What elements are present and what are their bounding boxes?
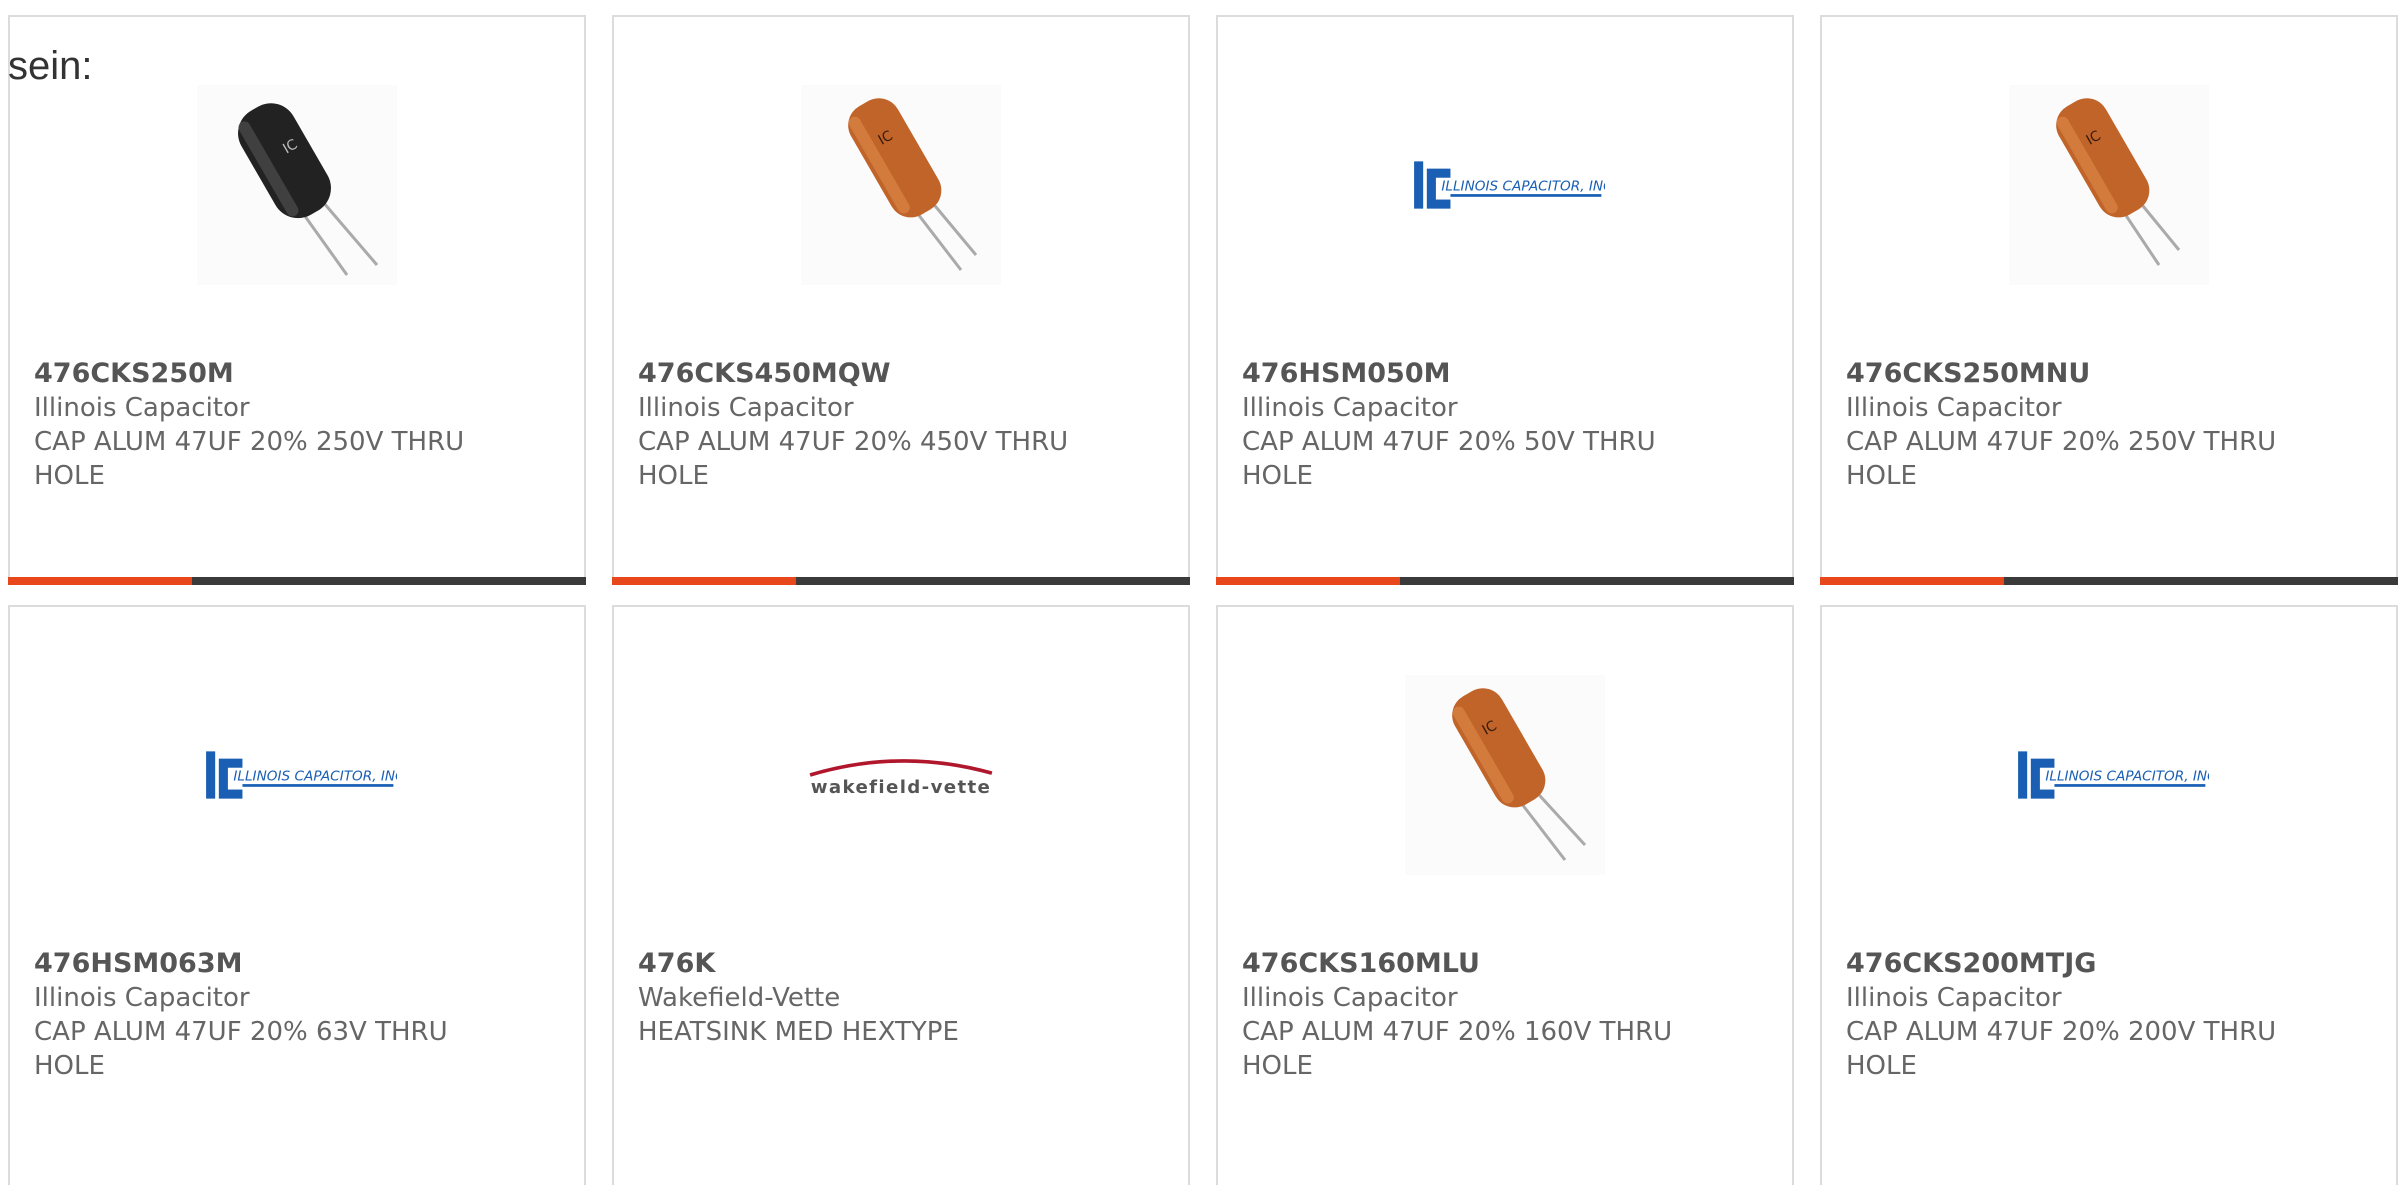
part-number[interactable]: 476CKS250M bbox=[34, 357, 560, 391]
manufacturer: Illinois Capacitor bbox=[638, 393, 854, 423]
logo-text: ILLINOIS CAPACITOR, INC. bbox=[2045, 768, 2209, 784]
product-card[interactable]: IC 476CKS250MNU Illinois Capacitor CAP A… bbox=[1820, 15, 2398, 585]
card-bar bbox=[8, 577, 586, 585]
product-card[interactable]: IC 476CKS450MQW Illinois Capacitor CAP A… bbox=[612, 15, 1190, 585]
card-bar-accent bbox=[1820, 577, 2004, 585]
description: CAP ALUM 47UF 20% 450V THRU HOLE bbox=[638, 427, 1069, 491]
manufacturer: Illinois Capacitor bbox=[1242, 983, 1458, 1013]
product-card[interactable]: ILLINOIS CAPACITOR, INC. 476HSM050M Illi… bbox=[1216, 15, 1794, 585]
wakefield-vette-logo: wakefield-vette bbox=[801, 675, 1001, 875]
product-grid: IC 476CKS250M Illinois Capacitor CAP ALU… bbox=[0, 0, 2400, 1185]
manufacturer: Illinois Capacitor bbox=[34, 983, 250, 1013]
description: CAP ALUM 47UF 20% 63V THRU HOLE bbox=[34, 1017, 448, 1081]
description: HEATSINK MED HEXTYPE bbox=[638, 1017, 959, 1047]
card-bar bbox=[1216, 577, 1794, 585]
part-number[interactable]: 476CKS450MQW bbox=[638, 357, 1164, 391]
part-number[interactable]: 476HSM063M bbox=[34, 947, 560, 981]
part-number[interactable]: 476HSM050M bbox=[1242, 357, 1768, 391]
manufacturer: Wakefield-Vette bbox=[638, 983, 841, 1013]
description: CAP ALUM 47UF 20% 200V THRU HOLE bbox=[1846, 1017, 2277, 1081]
capacitor-image: IC bbox=[1405, 675, 1605, 875]
product-card[interactable]: IC 476CKS250M Illinois Capacitor CAP ALU… bbox=[8, 15, 586, 585]
product-card[interactable]: ILLINOIS CAPACITOR, INC. 476CKS200MTJG I… bbox=[1820, 605, 2398, 1185]
intro-text: sein: bbox=[8, 44, 93, 88]
description: CAP ALUM 47UF 20% 250V THRU HOLE bbox=[1846, 427, 2277, 491]
part-number[interactable]: 476K bbox=[638, 947, 1164, 981]
part-number[interactable]: 476CKS250MNU bbox=[1846, 357, 2372, 391]
logo-text: ILLINOIS CAPACITOR, INC. bbox=[1441, 178, 1605, 194]
card-bar-accent bbox=[612, 577, 796, 585]
card-bar-accent bbox=[8, 577, 192, 585]
description: CAP ALUM 47UF 20% 50V THRU HOLE bbox=[1242, 427, 1656, 491]
logo-text: wakefield-vette bbox=[811, 777, 992, 798]
illinois-capacitor-logo: ILLINOIS CAPACITOR, INC. bbox=[197, 675, 397, 875]
capacitor-image: IC bbox=[197, 85, 397, 285]
capacitor-image: IC bbox=[2009, 85, 2209, 285]
manufacturer: Illinois Capacitor bbox=[1242, 393, 1458, 423]
card-bar bbox=[1820, 577, 2398, 585]
product-card[interactable]: ILLINOIS CAPACITOR, INC. 476HSM063M Illi… bbox=[8, 605, 586, 1185]
capacitor-image: IC bbox=[801, 85, 1001, 285]
product-card[interactable]: IC 476CKS160MLU Illinois Capacitor CAP A… bbox=[1216, 605, 1794, 1185]
part-number[interactable]: 476CKS160MLU bbox=[1242, 947, 1768, 981]
part-number[interactable]: 476CKS200MTJG bbox=[1846, 947, 2372, 981]
manufacturer: Illinois Capacitor bbox=[34, 393, 250, 423]
logo-text: ILLINOIS CAPACITOR, INC. bbox=[233, 768, 397, 784]
card-bar bbox=[612, 577, 1190, 585]
illinois-capacitor-logo: ILLINOIS CAPACITOR, INC. bbox=[2009, 675, 2209, 875]
description: CAP ALUM 47UF 20% 250V THRU HOLE bbox=[34, 427, 465, 491]
illinois-capacitor-logo: ILLINOIS CAPACITOR, INC. bbox=[1405, 85, 1605, 285]
manufacturer: Illinois Capacitor bbox=[1846, 393, 2062, 423]
description: CAP ALUM 47UF 20% 160V THRU HOLE bbox=[1242, 1017, 1673, 1081]
product-card[interactable]: wakefield-vette 476K Wakefield-Vette HEA… bbox=[612, 605, 1190, 1185]
manufacturer: Illinois Capacitor bbox=[1846, 983, 2062, 1013]
card-bar-accent bbox=[1216, 577, 1400, 585]
